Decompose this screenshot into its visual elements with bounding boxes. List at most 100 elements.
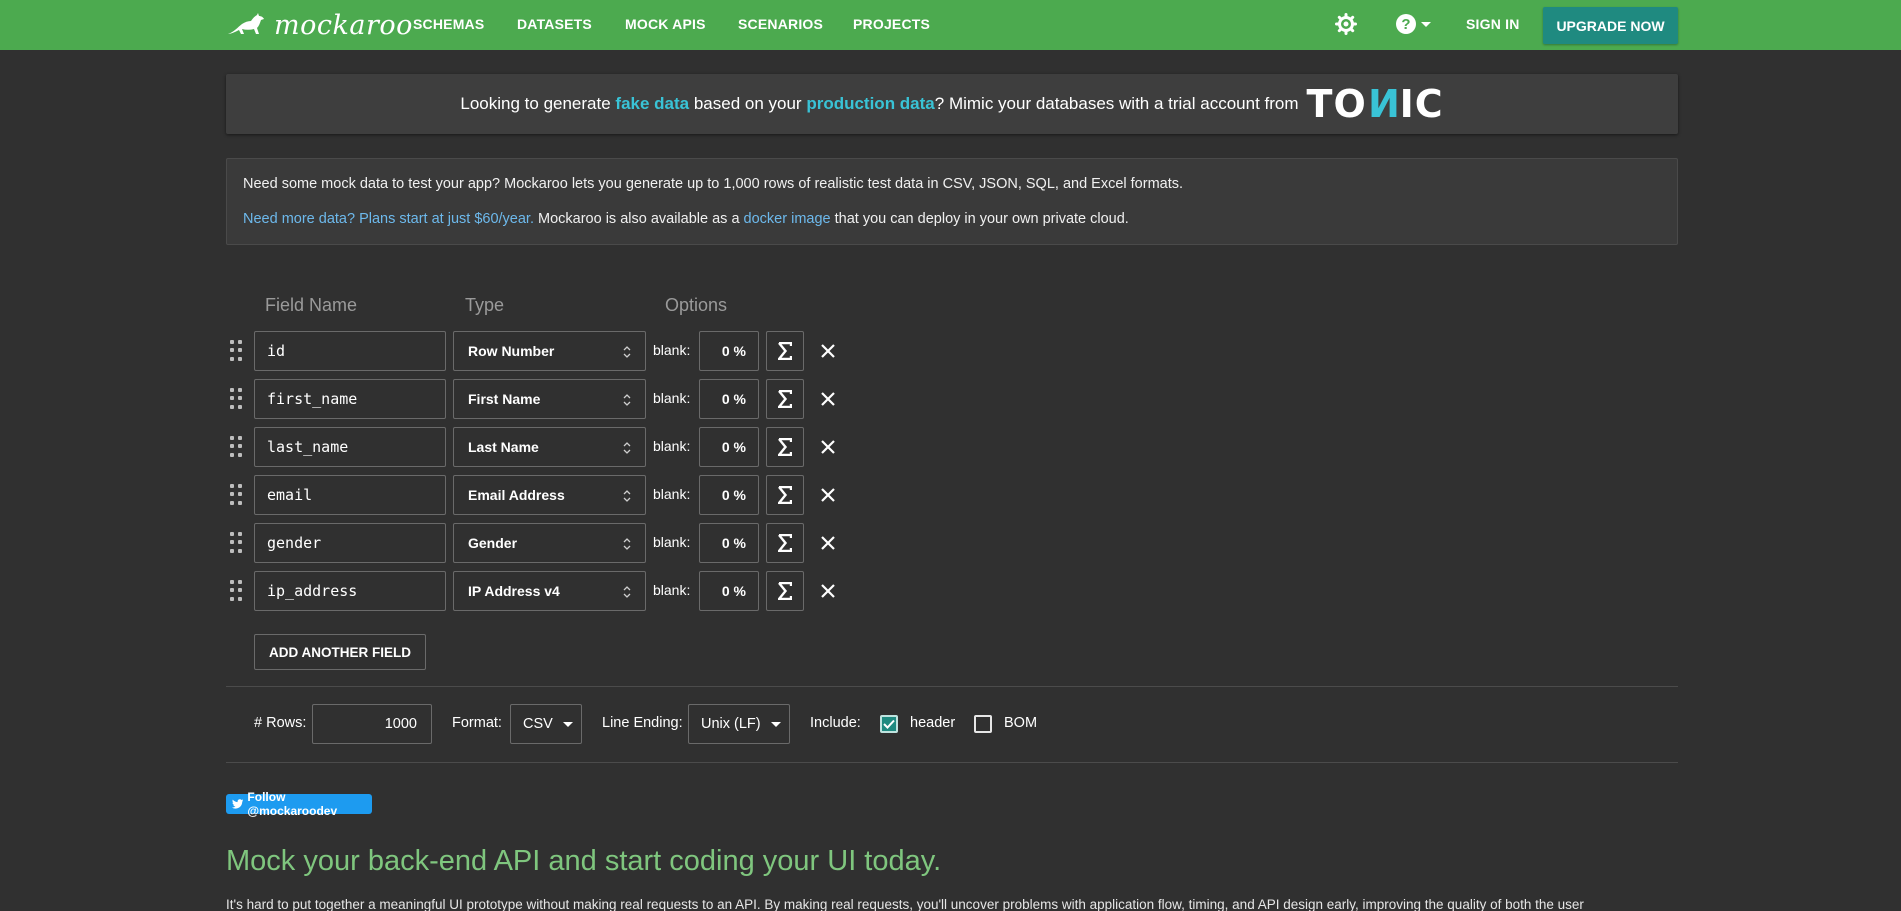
sigma-formula-icon bbox=[778, 486, 792, 504]
field-type-select[interactable]: First Name bbox=[453, 379, 646, 419]
field-type-select[interactable]: IP Address v4 bbox=[453, 571, 646, 611]
field-name-input[interactable]: gender bbox=[254, 523, 446, 563]
column-header-field-name: Field Name bbox=[265, 295, 358, 315]
formula-button[interactable] bbox=[766, 475, 804, 515]
blank-percent-input[interactable]: 0 % bbox=[699, 475, 759, 515]
sigma-formula-icon bbox=[778, 582, 792, 600]
field-type-value: Row Number bbox=[468, 343, 555, 359]
tonic-logo[interactable]: TONIC bbox=[1307, 82, 1444, 126]
field-type-value: Email Address bbox=[468, 487, 565, 503]
header-checkbox-label: header bbox=[910, 715, 956, 731]
formula-button[interactable] bbox=[766, 379, 804, 419]
close-icon bbox=[821, 584, 835, 598]
twitter-bird-icon bbox=[232, 799, 244, 809]
nav-scenarios[interactable]: SCENARIOS bbox=[738, 16, 823, 32]
nav-mock-apis[interactable]: MOCK APIS bbox=[625, 16, 706, 32]
upgrade-now-button[interactable]: UPGRADE NOW bbox=[1543, 7, 1678, 44]
blank-percent-input[interactable]: 0 % bbox=[699, 427, 759, 467]
drag-handle-icon[interactable] bbox=[230, 532, 244, 554]
field-name-input[interactable]: email bbox=[254, 475, 446, 515]
intro-line-1: Need some mock data to test your app? Mo… bbox=[243, 176, 1184, 192]
nav-schemas[interactable]: SCHEMAS bbox=[413, 16, 484, 32]
kangaroo-icon bbox=[228, 13, 264, 34]
help-question-icon: ? bbox=[1396, 14, 1416, 34]
twitter-follow-label: Follow @mockaroodev bbox=[247, 790, 338, 818]
top-navbar: mockaroo SCHEMAS DATASETS MOCK APIS SCEN… bbox=[0, 0, 1901, 50]
field-type-value: Last Name bbox=[468, 439, 539, 455]
banner-highlight-fake-data: fake data bbox=[615, 94, 690, 113]
delete-field-button[interactable] bbox=[818, 437, 838, 457]
drag-handle-icon[interactable] bbox=[230, 388, 244, 410]
intro-line-2: Need more data? Plans start at just $60/… bbox=[243, 210, 1661, 229]
field-name-input[interactable]: ip_address bbox=[254, 571, 446, 611]
caret-down-icon bbox=[770, 721, 781, 727]
column-header-options: Options bbox=[665, 295, 728, 315]
field-name-input[interactable]: id bbox=[254, 331, 446, 371]
svg-text:?: ? bbox=[1401, 16, 1410, 33]
close-icon bbox=[821, 440, 835, 454]
field-type-select[interactable]: Gender bbox=[453, 523, 646, 563]
sign-in-link[interactable]: SIGN IN bbox=[1466, 16, 1520, 32]
close-icon bbox=[821, 392, 835, 406]
close-icon bbox=[821, 536, 835, 550]
add-another-field-button[interactable]: ADD ANOTHER FIELD bbox=[254, 634, 426, 670]
intro-text-2: Mockaroo is also available as a bbox=[533, 211, 744, 227]
field-type-value: Gender bbox=[468, 535, 518, 551]
drag-handle-icon[interactable] bbox=[230, 340, 244, 362]
bom-checkbox[interactable] bbox=[974, 715, 992, 733]
blank-percent-input[interactable]: 0 % bbox=[699, 331, 759, 371]
nav-datasets[interactable]: DATASETS bbox=[517, 16, 592, 32]
intro-info-box: Need some mock data to test your app? Mo… bbox=[226, 158, 1678, 245]
blank-label: blank: bbox=[653, 486, 691, 502]
banner-highlight-production-data: production data bbox=[806, 94, 935, 113]
field-name-input[interactable]: last_name bbox=[254, 427, 446, 467]
blank-percent-input[interactable]: 0 % bbox=[699, 523, 759, 563]
formula-button[interactable] bbox=[766, 571, 804, 611]
field-type-value: First Name bbox=[468, 391, 541, 407]
drag-handle-icon[interactable] bbox=[230, 436, 244, 458]
line-ending-label: Line Ending: bbox=[602, 715, 683, 731]
tonic-promo-banner[interactable]: Looking to generate fake data based on y… bbox=[226, 74, 1678, 134]
delete-field-button[interactable] bbox=[818, 581, 838, 601]
blank-percent-input[interactable]: 0 % bbox=[699, 379, 759, 419]
delete-field-button[interactable] bbox=[818, 533, 838, 553]
docker-image-link[interactable]: docker image bbox=[744, 211, 831, 227]
include-label: Include: bbox=[810, 715, 861, 731]
nav-projects[interactable]: PROJECTS bbox=[853, 16, 930, 32]
sort-updown-icon bbox=[623, 490, 631, 502]
drag-handle-icon[interactable] bbox=[230, 484, 244, 506]
field-name-input[interactable]: first_name bbox=[254, 379, 446, 419]
banner-text-1: Looking to generate bbox=[460, 94, 616, 113]
blank-percent-input[interactable]: 0 % bbox=[699, 571, 759, 611]
mockaroo-logo[interactable]: mockaroo bbox=[226, 8, 413, 42]
pricing-link[interactable]: Need more data? Plans start at just $60/… bbox=[243, 211, 534, 227]
settings-gear-icon[interactable] bbox=[1335, 13, 1357, 39]
column-header-type: Type bbox=[465, 295, 505, 315]
field-type-select[interactable]: Email Address bbox=[453, 475, 646, 515]
rows-input[interactable]: 1000 bbox=[312, 704, 432, 744]
field-type-select[interactable]: Row Number bbox=[453, 331, 646, 371]
help-menu-button[interactable]: ? bbox=[1395, 13, 1431, 35]
format-select[interactable]: CSV bbox=[510, 704, 582, 744]
caret-down-icon bbox=[562, 721, 573, 727]
delete-field-button[interactable] bbox=[818, 341, 838, 361]
delete-field-button[interactable] bbox=[818, 389, 838, 409]
field-type-select[interactable]: Last Name bbox=[453, 427, 646, 467]
header-checkbox[interactable] bbox=[880, 715, 898, 733]
bom-checkbox-label: BOM bbox=[1004, 715, 1038, 731]
formula-button[interactable] bbox=[766, 523, 804, 563]
close-icon bbox=[821, 344, 835, 358]
formula-button[interactable] bbox=[766, 331, 804, 371]
twitter-follow-button[interactable]: Follow @mockaroodev bbox=[226, 790, 372, 818]
banner-text-3: ? Mimic your databases with a trial acco… bbox=[934, 94, 1299, 113]
sort-updown-icon bbox=[623, 394, 631, 406]
section-paragraph: It's hard to put together a meaningful U… bbox=[226, 897, 1584, 911]
delete-field-button[interactable] bbox=[818, 485, 838, 505]
banner-text-2: based on your bbox=[689, 94, 807, 113]
drag-handle-icon[interactable] bbox=[230, 580, 244, 602]
sort-updown-icon bbox=[623, 346, 631, 358]
line-ending-select[interactable]: Unix (LF) bbox=[688, 704, 790, 744]
formula-button[interactable] bbox=[766, 427, 804, 467]
divider bbox=[226, 762, 1678, 763]
format-label: Format: bbox=[452, 715, 502, 731]
